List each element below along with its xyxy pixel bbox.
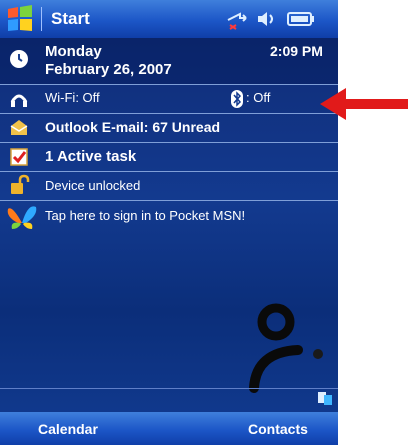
red-arrow-annotation <box>320 88 408 120</box>
calendar-softkey[interactable]: Calendar <box>38 421 98 437</box>
mail-icon <box>10 120 28 135</box>
msn-butterfly-icon <box>7 206 37 229</box>
unlocked-padlock-icon <box>11 174 30 194</box>
tasks-row[interactable]: 1 Active task <box>0 143 338 172</box>
lock-row[interactable]: Device unlocked <box>0 172 338 201</box>
bluetooth-icon <box>231 90 243 108</box>
day-label: Monday <box>45 43 102 60</box>
title-separator <box>41 7 42 31</box>
email-status: Outlook E-mail: 67 Unread <box>45 119 221 135</box>
connectivity-icon[interactable] <box>224 8 250 30</box>
date-label: February 26, 2007 <box>45 61 172 78</box>
start-menu-icon[interactable] <box>6 5 34 33</box>
wireless-icon <box>10 94 28 107</box>
volume-icon[interactable] <box>256 8 278 30</box>
task-checkbox-icon <box>10 148 28 166</box>
msn-row[interactable]: Tap here to sign in to Pocket MSN! <box>0 201 338 231</box>
wifi-status: Wi-Fi: Off <box>45 90 100 105</box>
wireless-row[interactable]: Wi-Fi: Off : Off <box>0 85 338 114</box>
bluetooth-status: : Off <box>246 90 271 105</box>
msn-signin-link[interactable]: Tap here to sign in to Pocket MSN! <box>45 208 245 223</box>
date-row[interactable]: Monday February 26, 2007 2:09 PM <box>0 38 338 85</box>
clock-icon <box>10 50 28 68</box>
person-logo-icon <box>249 303 323 393</box>
battery-icon[interactable] <box>287 11 315 27</box>
divider-line <box>0 388 338 389</box>
sync-status-icon[interactable] <box>316 389 334 407</box>
email-row[interactable]: Outlook E-mail: 67 Unread <box>0 114 338 143</box>
title-bar: Start <box>0 0 338 38</box>
time-label[interactable]: 2:09 PM <box>270 43 323 59</box>
task-status: 1 Active task <box>45 148 137 165</box>
lock-status: Device unlocked <box>45 178 141 193</box>
contacts-softkey[interactable]: Contacts <box>248 421 308 437</box>
page-title[interactable]: Start <box>51 9 90 29</box>
pocket-pc-screen: Start Monday February 26, 2007 2:09 PM W… <box>0 0 338 445</box>
